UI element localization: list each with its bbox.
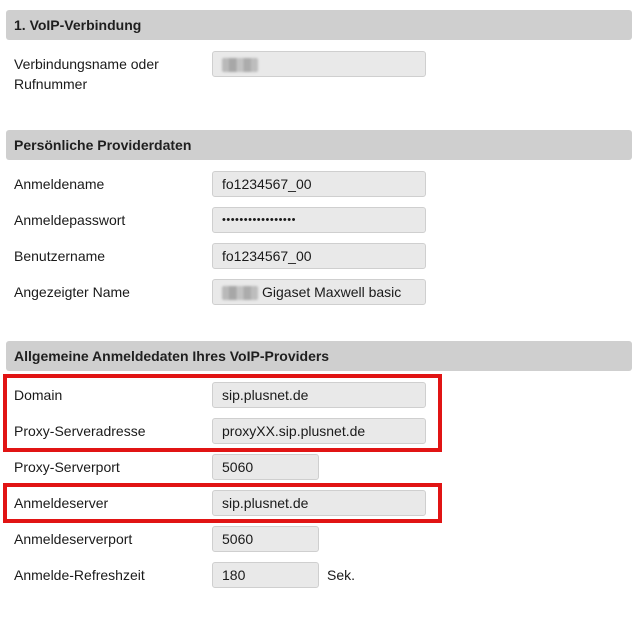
domain-label: Domain [14, 387, 63, 403]
registrar-input[interactable]: sip.plusnet.de [212, 490, 426, 516]
connection-name-input[interactable] [212, 51, 426, 77]
login-name-label: Anmeldename [14, 176, 105, 192]
display-name-input[interactable]: Gigaset Maxwell basic [212, 279, 426, 305]
refresh-time-input[interactable]: 180 [212, 562, 319, 588]
login-password-label: Anmeldepasswort [14, 212, 126, 228]
login-password-input[interactable]: ••••••••••••••••• [212, 207, 426, 233]
login-name-input[interactable]: fo1234567_00 [212, 171, 426, 197]
domain-input[interactable]: sip.plusnet.de [212, 382, 426, 408]
section-header-general-login: Allgemeine Anmeldedaten Ihres VoIP-Provi… [6, 341, 632, 371]
display-name-value: Gigaset Maxwell basic [262, 284, 402, 300]
redacted-text [222, 286, 258, 301]
proxy-port-label: Proxy-Serverport [14, 459, 120, 475]
proxy-address-label: Proxy-Serveradresse [14, 423, 146, 439]
refresh-time-unit: Sek. [327, 567, 356, 583]
section-header-voip-connection: 1. VoIP-Verbindung [6, 10, 632, 40]
registrar-port-label: Anmeldeserverport [14, 531, 133, 547]
refresh-time-label: Anmelde-Refreshzeit [14, 567, 145, 583]
proxy-port-input[interactable]: 5060 [212, 454, 319, 480]
connection-name-label-line1: Verbindungsname oder [14, 56, 159, 72]
registrar-label: Anmeldeserver [14, 495, 109, 511]
username-label: Benutzername [14, 248, 106, 264]
username-input[interactable]: fo1234567_00 [212, 243, 426, 269]
registrar-port-input[interactable]: 5060 [212, 526, 319, 552]
connection-name-label-line2: Rufnummer [14, 76, 88, 92]
proxy-address-input[interactable]: proxyXX.sip.plusnet.de [212, 418, 426, 444]
connection-name-label: Verbindungsname oder Rufnummer [14, 54, 159, 94]
display-name-label: Angezeigter Name [14, 284, 130, 300]
redacted-text [222, 58, 258, 73]
section-header-provider-data: Persönliche Providerdaten [6, 130, 632, 160]
